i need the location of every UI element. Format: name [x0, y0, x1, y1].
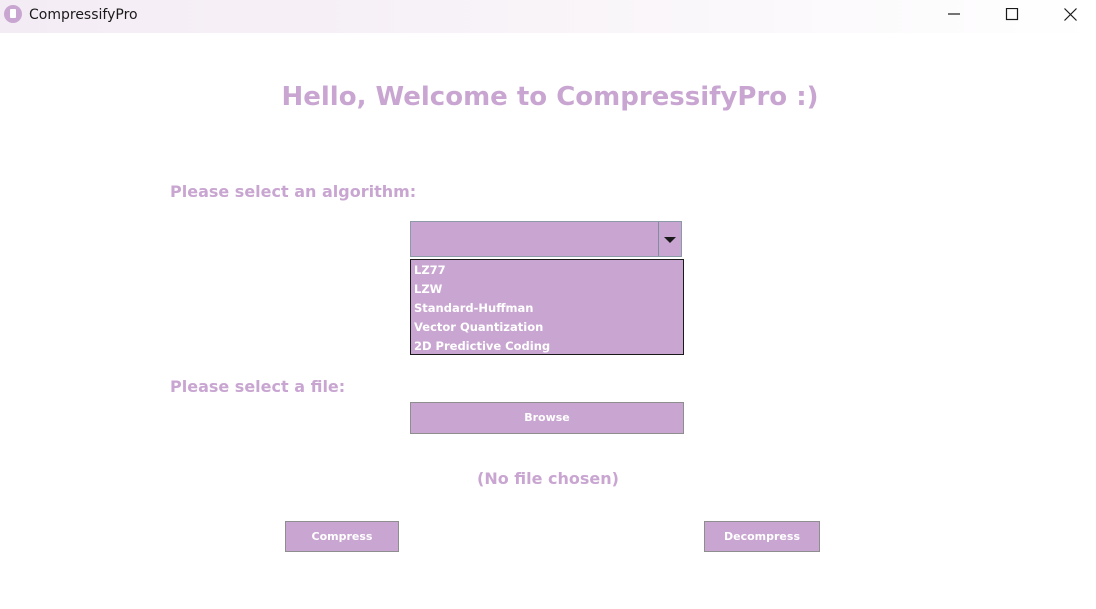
app-window: CompressifyPro Hello, Welcome to Compres…	[0, 0, 1096, 609]
algorithm-option-lz77[interactable]: LZ77	[411, 261, 683, 280]
app-logo-icon	[4, 5, 22, 23]
algorithm-select[interactable]	[410, 221, 682, 257]
window-title: CompressifyPro	[29, 7, 138, 23]
algorithm-label: Please select an algorithm:	[170, 182, 417, 201]
algorithm-option-2d-predictive-coding[interactable]: 2D Predictive Coding	[411, 337, 683, 356]
decompress-button[interactable]: Decompress	[704, 521, 820, 552]
minimize-icon	[948, 13, 960, 15]
title-bar[interactable]: CompressifyPro	[0, 0, 1096, 33]
close-button[interactable]	[1048, 0, 1094, 30]
welcome-heading: Hello, Welcome to CompressifyPro :)	[281, 82, 819, 112]
browse-button[interactable]: Browse	[410, 402, 684, 434]
algorithm-dropdown-list: LZ77 LZW Standard-Huffman Vector Quantiz…	[410, 259, 684, 355]
compress-button[interactable]: Compress	[285, 521, 399, 552]
algorithm-option-standard-huffman[interactable]: Standard-Huffman	[411, 299, 683, 318]
algorithm-select-value[interactable]	[411, 222, 659, 256]
maximize-icon	[1005, 8, 1019, 21]
file-label: Please select a file:	[170, 377, 346, 396]
chevron-down-icon[interactable]	[659, 222, 681, 256]
algorithm-option-lzw[interactable]: LZW	[411, 280, 683, 299]
maximize-button[interactable]	[989, 0, 1035, 30]
minimize-button[interactable]	[931, 0, 977, 30]
algorithm-option-vector-quantization[interactable]: Vector Quantization	[411, 318, 683, 337]
file-status-text: (No file chosen)	[477, 469, 619, 488]
close-icon	[1064, 8, 1077, 21]
